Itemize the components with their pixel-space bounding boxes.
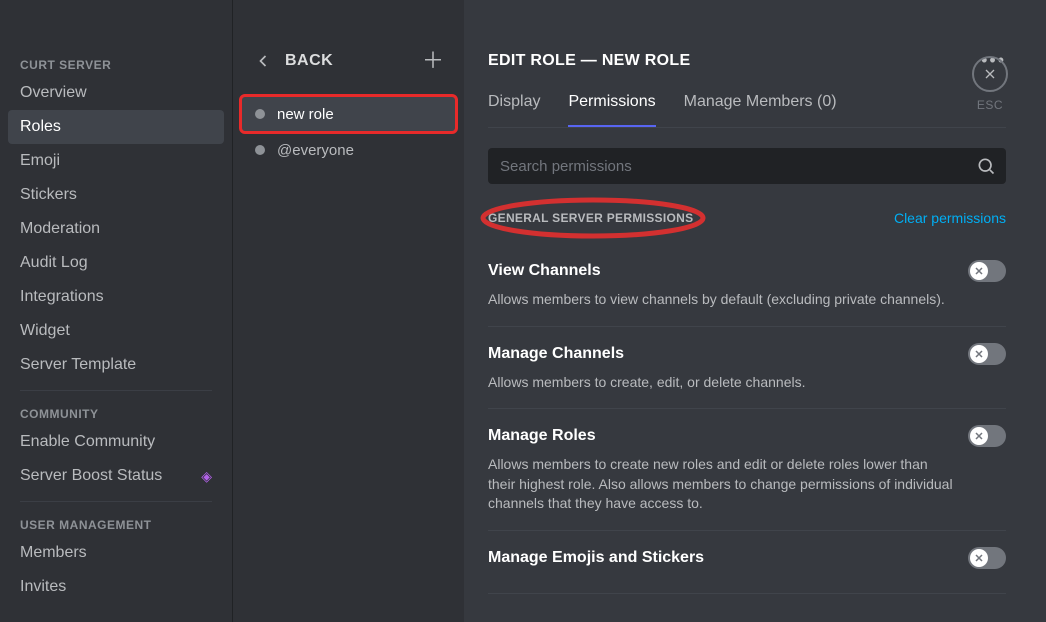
sidebar-item-stickers[interactable]: Stickers — [8, 178, 224, 212]
boost-gem-icon: ◈ — [201, 469, 212, 483]
search-icon — [976, 156, 996, 176]
permission-toggle[interactable] — [968, 260, 1006, 282]
role-name: new role — [277, 106, 334, 123]
sidebar-item-overview[interactable]: Overview — [8, 76, 224, 110]
sidebar-item-label: Roles — [20, 118, 61, 136]
roles-column: BACK ＋ new role @everyone — [232, 0, 464, 622]
permission-item: Manage Channels Allows members to create,… — [488, 327, 1006, 410]
sidebar-item-label: Emoji — [20, 152, 60, 170]
sidebar-item-label: Enable Community — [20, 433, 155, 451]
permission-description: Allows members to create, edit, or delet… — [488, 373, 1006, 393]
role-color-dot — [255, 109, 265, 119]
sidebar-heading: CURT SERVER — [8, 50, 224, 76]
sidebar-heading: USER MANAGEMENT — [8, 510, 224, 536]
sidebar-item-label: Widget — [20, 322, 70, 340]
tabs: Display Permissions Manage Members (0) — [488, 93, 1006, 128]
search-wrap — [488, 148, 1006, 184]
sidebar-item-members[interactable]: Members — [8, 536, 224, 570]
sidebar-item-roles[interactable]: Roles — [8, 110, 224, 144]
add-role-icon[interactable]: ＋ — [422, 50, 444, 72]
permission-item: Manage Roles Allows members to create new… — [488, 409, 1006, 531]
sidebar-item-label: Overview — [20, 84, 87, 102]
permission-toggle[interactable] — [968, 547, 1006, 569]
role-row[interactable]: @everyone — [241, 132, 456, 168]
role-row[interactable]: new role — [241, 96, 456, 132]
close-label: ESC — [977, 98, 1003, 112]
main-header: EDIT ROLE — NEW ROLE ••• — [488, 50, 1006, 71]
search-input[interactable] — [488, 148, 1006, 184]
sidebar-item-label: Stickers — [20, 186, 77, 204]
permission-title: Manage Channels — [488, 345, 624, 363]
permission-group-header: GENERAL SERVER PERMISSIONS Clear permiss… — [488, 210, 1006, 226]
sidebar-separator — [20, 390, 212, 391]
permission-title: Manage Roles — [488, 427, 596, 445]
sidebar-item-label: Members — [20, 544, 87, 562]
sidebar-heading: COMMUNITY — [8, 399, 224, 425]
toggle-knob — [970, 262, 988, 280]
sidebar-item-label: Audit Log — [20, 254, 88, 272]
permission-description: Allows members to create new roles and e… — [488, 455, 1006, 514]
roles-header: BACK ＋ — [233, 50, 464, 96]
page-title: EDIT ROLE — NEW ROLE — [488, 52, 690, 70]
settings-sidebar: CURT SERVER Overview Roles Emoji Stickers Mod… — [0, 0, 232, 622]
group-heading: GENERAL SERVER PERMISSIONS — [488, 211, 693, 225]
sidebar-item-label: Invites — [20, 578, 66, 596]
sidebar-item-label: Server Boost Status — [20, 467, 162, 485]
close-panel: ESC — [972, 56, 1008, 112]
tab-display[interactable]: Display — [488, 93, 540, 127]
sidebar-separator — [20, 501, 212, 502]
tab-permissions[interactable]: Permissions — [568, 93, 655, 127]
sidebar-item-invites[interactable]: Invites — [8, 570, 224, 604]
back-arrow-icon[interactable] — [253, 51, 273, 71]
toggle-knob — [970, 345, 988, 363]
role-name: @everyone — [277, 142, 354, 159]
permission-toggle[interactable] — [968, 343, 1006, 365]
permission-title: View Channels — [488, 262, 601, 280]
permission-item: Manage Emojis and Stickers — [488, 531, 1006, 594]
sidebar-item-server-boost-status[interactable]: Server Boost Status ◈ — [8, 459, 224, 493]
sidebar-item-server-template[interactable]: Server Template — [8, 348, 224, 382]
toggle-knob — [970, 427, 988, 445]
sidebar-item-emoji[interactable]: Emoji — [8, 144, 224, 178]
permission-title: Manage Emojis and Stickers — [488, 549, 704, 567]
sidebar-item-audit-log[interactable]: Audit Log — [8, 246, 224, 280]
sidebar-item-label: Moderation — [20, 220, 100, 238]
role-editor: EDIT ROLE — NEW ROLE ••• Display Permissi… — [464, 0, 1046, 622]
sidebar-item-moderation[interactable]: Moderation — [8, 212, 224, 246]
close-button[interactable] — [972, 56, 1008, 92]
toggle-knob — [970, 549, 988, 567]
sidebar-item-label: Server Template — [20, 356, 136, 374]
role-color-dot — [255, 145, 265, 155]
clear-permissions-link[interactable]: Clear permissions — [894, 210, 1006, 226]
sidebar-item-integrations[interactable]: Integrations — [8, 280, 224, 314]
permission-item: View Channels Allows members to view chan… — [488, 244, 1006, 327]
sidebar-item-widget[interactable]: Widget — [8, 314, 224, 348]
sidebar-item-enable-community[interactable]: Enable Community — [8, 425, 224, 459]
permission-toggle[interactable] — [968, 425, 1006, 447]
permission-description: Allows members to view channels by defau… — [488, 290, 1006, 310]
tab-manage[interactable]: Manage Members (0) — [684, 93, 837, 127]
back-label[interactable]: BACK — [285, 52, 333, 70]
sidebar-item-label: Integrations — [20, 288, 104, 306]
